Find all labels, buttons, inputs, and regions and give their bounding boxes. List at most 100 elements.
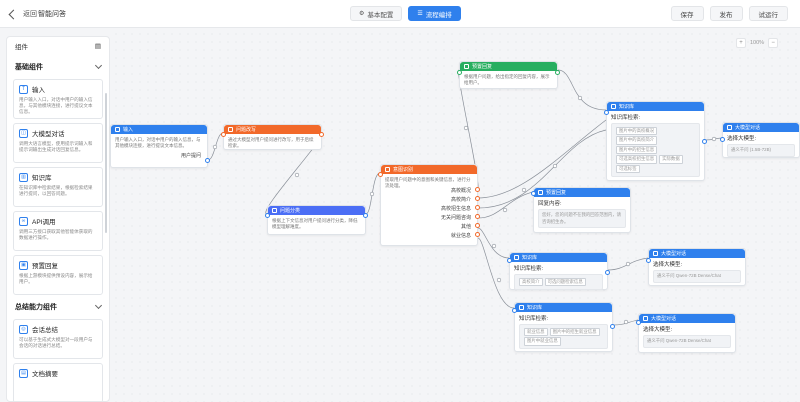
test-run-button[interactable]: 试运行: [748, 6, 788, 21]
zoom-out-button[interactable]: −: [768, 38, 779, 48]
node-header: 知识库: [515, 303, 612, 312]
section-summary-components[interactable]: 总结能力组件: [7, 299, 109, 315]
input-port[interactable]: [265, 213, 270, 218]
text-input-icon: [115, 127, 120, 132]
intent-output: 就业信息: [450, 233, 471, 239]
intent-output: 其他: [460, 224, 471, 230]
node-preset-reply-mid[interactable]: 预置回复 回复内容: 您好，您的问题不在我的回答范围内，请咨询招生办。: [531, 187, 631, 233]
reply-content-box[interactable]: 您好，您的问题不在我的回答范围内，请咨询招生办。: [538, 209, 626, 228]
intent-output: 高校简介: [450, 197, 471, 203]
output-port[interactable]: [319, 132, 324, 137]
output-port[interactable]: [702, 139, 707, 144]
input-port[interactable]: [378, 172, 383, 177]
input-port[interactable]: [221, 132, 226, 137]
sidebar-scrollbar[interactable]: [105, 93, 107, 233]
filter-icon: [272, 208, 277, 213]
link-icon: ∞: [19, 216, 28, 226]
node-knowledge-base-mid[interactable]: 知识库 知识库检索: 高校简介 可选问题检索信息: [507, 252, 610, 290]
node-intent-recognition[interactable]: 意图识别 提取用户问题中的意图和关键信息，进行分流处理。 高校概况 高校简介 高…: [378, 164, 480, 246]
node-header: 大模型对话: [723, 123, 799, 132]
intent-output: 无关问题咨询: [440, 215, 471, 221]
node-llm-chat-top[interactable]: 大模型对话 选择大模型: 通义千问 (1.5B-72B): [720, 122, 800, 158]
reply-icon: ▣: [19, 260, 28, 270]
input-port[interactable]: [636, 320, 641, 325]
node-header: 意图识别: [381, 165, 477, 174]
reply-icon: [464, 64, 469, 69]
node-question-classify[interactable]: 问题分类 根据上下文信息对用户提问进行分类，降低模型理解难度。: [265, 205, 368, 235]
component-session-summary[interactable]: ◎ 会话总结 可以基于生成式大模型对一段用户与会话的对话进行总结。: [13, 319, 103, 359]
llm-select[interactable]: 通义千问 Qwen-72B Dense/Chat: [643, 335, 731, 348]
mode-tabs: ⚙ 基本配置 ☰ 流程编排: [350, 6, 461, 21]
output-port[interactable]: [610, 324, 615, 329]
node-header: 预置回复: [534, 188, 630, 197]
tab-flow-editor[interactable]: ☰ 流程编排: [408, 6, 461, 21]
collapse-sidebar-icon[interactable]: ▤: [95, 42, 101, 50]
chat-icon: ◫: [19, 128, 28, 138]
publish-button[interactable]: 发布: [709, 6, 743, 21]
sidebar-header: 组件 ▤: [15, 42, 101, 51]
text-input-icon: T: [19, 84, 28, 94]
output-port[interactable]: [205, 158, 210, 163]
node-header: 问题改写: [224, 125, 321, 134]
kb-selection-box[interactable]: 就业信息 图片中的招生就业信息 图片中就业信息: [519, 324, 608, 349]
component-api-call[interactable]: ∞ API调用 调用三方接口获取其他智能体获取的数据进行操作。: [13, 211, 103, 251]
output-port[interactable]: [475, 205, 480, 210]
list-icon: ☰: [417, 11, 423, 17]
document-icon: ▤: [19, 368, 28, 378]
component-input[interactable]: T 输入 用户输入入口，对话中用户的输入信息，与其他模块连接，进行提议文本信息。: [13, 79, 103, 119]
node-input[interactable]: 输入 用户输入入口，对话中用户的输入信息，与其他模块连接，进行提议文本信息。 用…: [110, 124, 210, 168]
input-port[interactable]: [512, 308, 517, 313]
output-port[interactable]: [475, 196, 480, 201]
output-port[interactable]: [475, 187, 480, 192]
node-header: 大模型对话: [639, 314, 735, 323]
tab-basic-config[interactable]: ⚙ 基本配置: [350, 6, 403, 21]
book-icon: ▥: [19, 172, 28, 182]
node-header: 预置回复: [460, 62, 557, 71]
chevron-down-icon: [94, 61, 103, 70]
component-sidebar: 组件 ▤ 基础组件 T 输入 用户输入入口，对话中用户的输入信息，与其他模块连接，…: [6, 36, 110, 402]
node-preset-reply-top[interactable]: 预置回复 根据用户问题，给出指定的回复内容，展示给用户。: [457, 61, 560, 89]
output-port[interactable]: [475, 232, 480, 237]
summary-icon: ◎: [19, 324, 28, 334]
node-header: 问题分类: [268, 206, 365, 215]
node-header: 大模型对话: [649, 249, 745, 258]
chat-icon: [643, 316, 648, 321]
component-knowledge-base[interactable]: ▥ 知识库 在知识库中检索结果，根据检索结果进行提问，以回答问题。: [13, 167, 103, 207]
node-knowledge-base-top[interactable]: 知识库 知识库检索: 图片中的高校概况 图片中的高校简介 图片中的招生信息 可选…: [604, 101, 707, 181]
top-bar: 返回 智能问答 ⚙ 基本配置 ☰ 流程编排 保存 发布 试运行: [0, 0, 800, 28]
node-llm-chat-bottom[interactable]: 大模型对话 选择大模型: 通义千问 Qwen-72B Dense/Chat: [636, 313, 736, 353]
input-port[interactable]: [604, 110, 609, 115]
node-header: 输入: [111, 125, 207, 134]
output-port[interactable]: [605, 270, 610, 275]
output-port[interactable]: [363, 213, 368, 218]
section-basic-components[interactable]: 基础组件: [7, 59, 109, 75]
back-button[interactable]: 返回: [8, 9, 37, 19]
save-button[interactable]: 保存: [670, 6, 704, 21]
input-port[interactable]: [720, 137, 725, 142]
llm-select[interactable]: 通义千问 Qwen-72B Dense/Chat: [653, 270, 741, 283]
llm-select[interactable]: 通义千问 (1.5B-72B): [727, 144, 795, 157]
component-preset-reply[interactable]: ▣ 预置回复 根据上游模块提供预设内容，展示给用户。: [13, 255, 103, 295]
component-llm-chat[interactable]: ◫ 大模型对话 调用大语言模型，使用提示词输入和提示词输出生成对话回复信息。: [13, 123, 103, 163]
input-port[interactable]: [457, 70, 462, 75]
output-port[interactable]: [475, 223, 480, 228]
kb-selection-box[interactable]: 图片中的高校概况 图片中的高校简介 图片中的招生信息 可选高校招生信息 实际数据 …: [611, 123, 700, 177]
magic-icon: [228, 127, 233, 132]
zoom-in-button[interactable]: +: [736, 38, 746, 48]
component-doc-abstract[interactable]: ▤ 文档摘要: [13, 363, 103, 401]
zoom-level: 100%: [750, 40, 765, 46]
sliders-icon: ⚙: [359, 11, 365, 17]
input-port[interactable]: [646, 258, 651, 263]
zoom-controls: + 100% −: [736, 38, 779, 48]
input-port[interactable]: [507, 258, 512, 263]
node-knowledge-base-bottom[interactable]: 知识库 知识库检索: 就业信息 图片中的招生就业信息 图片中就业信息: [512, 302, 615, 352]
output-port[interactable]: [475, 214, 480, 219]
output-port[interactable]: [555, 70, 560, 75]
output-user-question: 用户提问: [180, 153, 201, 159]
node-llm-chat-mid[interactable]: 大模型对话 选择大模型: 通义千问 Qwen-72B Dense/Chat: [646, 248, 746, 286]
input-port[interactable]: [531, 191, 536, 196]
kb-selection-box[interactable]: 高校简介 可选问题检索信息: [514, 274, 603, 290]
node-question-rewrite[interactable]: 问题改写 通过大模型对用户提问进行改写，用于后续检索。: [221, 124, 324, 150]
book-icon: [611, 104, 616, 109]
intent-output: 高校招生信息: [440, 206, 471, 212]
